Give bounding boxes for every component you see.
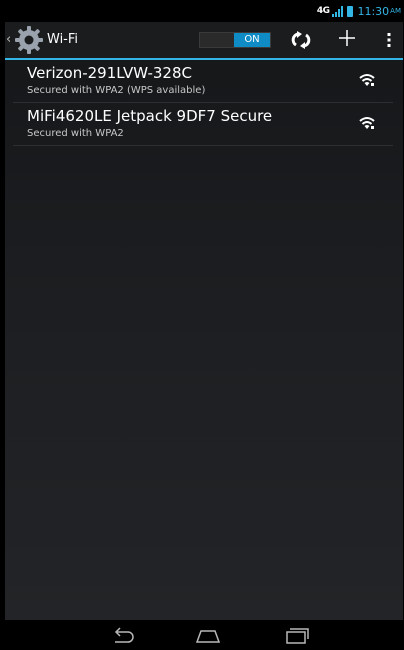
settings-gear-icon[interactable] bbox=[14, 25, 44, 55]
clock: 11:30 bbox=[357, 4, 390, 18]
network-list-item[interactable]: Verizon-291LVW-328C Secured with WPA2 (W… bbox=[13, 60, 393, 103]
overflow-menu-icon[interactable] bbox=[377, 28, 401, 52]
recent-apps-icon[interactable] bbox=[282, 625, 312, 645]
page-title: Wi-Fi bbox=[47, 32, 79, 47]
wifi-signal-icon bbox=[359, 117, 375, 129]
up-caret-icon[interactable]: ‹ bbox=[6, 32, 11, 47]
home-icon[interactable] bbox=[193, 625, 223, 645]
network-security: Secured with WPA2 (WPS available) bbox=[27, 85, 206, 96]
action-bar: ‹ Wi-Fi ON bbox=[5, 22, 403, 60]
network-name: Verizon-291LVW-328C bbox=[27, 64, 192, 82]
back-icon[interactable] bbox=[108, 625, 138, 645]
network-type: 4G bbox=[316, 6, 330, 16]
wifi-signal-icon bbox=[359, 74, 375, 86]
scan-refresh-icon[interactable] bbox=[289, 28, 313, 52]
network-security: Secured with WPA2 bbox=[27, 128, 124, 139]
network-list-item[interactable]: MiFi4620LE Jetpack 9DF7 Secure Secured w… bbox=[13, 103, 393, 146]
wifi-toggle[interactable]: ON bbox=[199, 32, 271, 48]
network-name: MiFi4620LE Jetpack 9DF7 Secure bbox=[27, 107, 273, 125]
wifi-toggle-on-label: ON bbox=[234, 33, 270, 47]
clock-ampm: AM bbox=[390, 7, 401, 15]
navigation-bar bbox=[5, 620, 403, 650]
add-network-icon[interactable] bbox=[335, 26, 359, 50]
status-bar: 4G 11:30 AM bbox=[5, 0, 403, 22]
signal-icon bbox=[332, 5, 344, 17]
battery-icon bbox=[347, 5, 354, 17]
screen: 4G 11:30 AM ‹ Wi-Fi ON Verizon-291LVW-32… bbox=[5, 0, 403, 650]
